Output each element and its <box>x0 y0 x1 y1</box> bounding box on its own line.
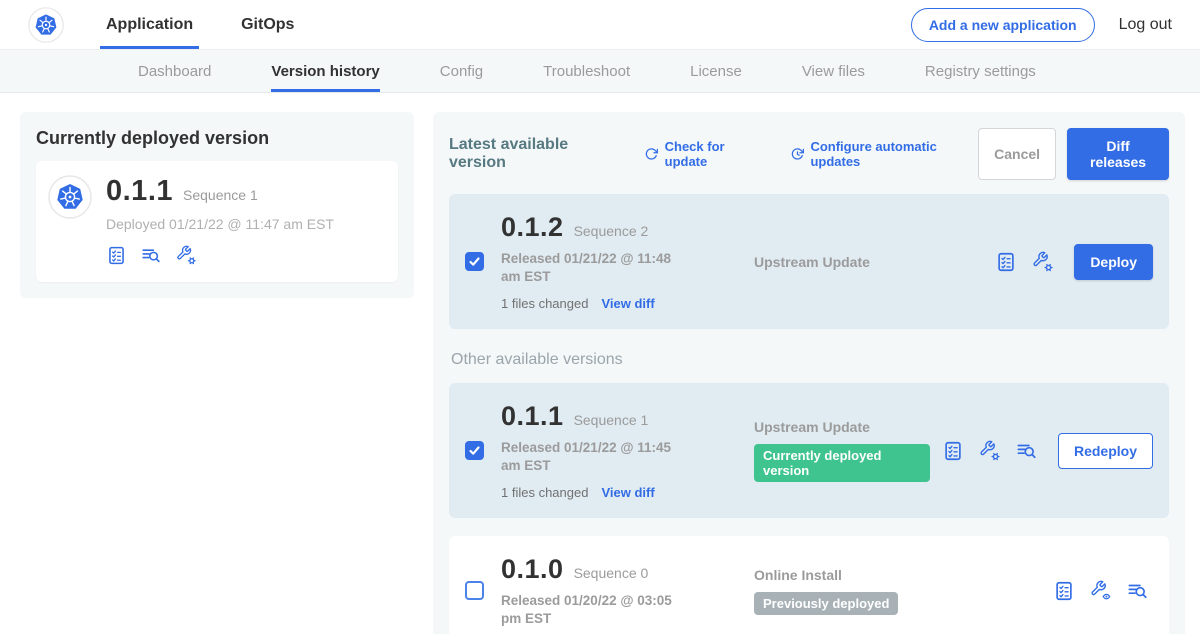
sequence-label: Sequence 0 <box>574 565 649 581</box>
preflight-checklist-icon[interactable] <box>942 440 964 462</box>
version-number: 0.1.2 <box>501 212 564 243</box>
subnav-version-history[interactable]: Version history <box>271 50 379 92</box>
version-row-0-1-0: 0.1.0 Sequence 0 Released 01/20/22 @ 03:… <box>449 536 1169 634</box>
deployed-sequence-label: Sequence 1 <box>183 187 258 203</box>
view-logs-icon[interactable] <box>1015 439 1038 462</box>
released-timestamp: Released 01/21/22 @ 11:45 am EST <box>501 439 693 474</box>
preflight-checklist-icon[interactable] <box>106 245 127 266</box>
deployed-version-number: 0.1.1 <box>106 175 173 208</box>
add-new-application-button[interactable]: Add a new application <box>911 8 1095 42</box>
version-history-panel: Latest available version Check for updat… <box>433 112 1185 634</box>
version-source-label: Online Install <box>754 567 1041 583</box>
released-timestamp: Released 01/20/22 @ 03:05 pm EST <box>501 592 693 627</box>
version-source-label: Upstream Update <box>754 254 983 270</box>
version-row-0-1-1: 0.1.1 Sequence 1 Released 01/21/22 @ 11:… <box>449 383 1169 518</box>
other-versions-title: Other available versions <box>451 351 1169 369</box>
latest-available-header: Latest available version Check for updat… <box>449 128 1169 180</box>
kubernetes-logo <box>28 0 64 49</box>
app-tabs: Application GitOps <box>100 0 300 49</box>
currently-deployed-title: Currently deployed version <box>36 128 398 149</box>
subnav-registry-settings[interactable]: Registry settings <box>925 50 1036 92</box>
edit-config-icon[interactable] <box>1031 250 1054 273</box>
version-row-0-1-2: 0.1.2 Sequence 2 Released 01/21/22 @ 11:… <box>449 194 1169 329</box>
diff-releases-button[interactable]: Diff releases <box>1067 128 1169 180</box>
version-checkbox[interactable] <box>465 581 484 600</box>
sequence-label: Sequence 1 <box>574 412 649 428</box>
preflight-checklist-icon[interactable] <box>1053 580 1075 602</box>
checkmark-icon <box>467 254 482 269</box>
view-logs-icon[interactable] <box>140 244 162 266</box>
previously-deployed-badge: Previously deployed <box>754 592 898 615</box>
latest-available-title: Latest available version <box>449 136 618 172</box>
deployed-version-card: 0.1.1 Sequence 1 Deployed 01/21/22 @ 11:… <box>36 161 398 282</box>
subnav-dashboard[interactable]: Dashboard <box>138 50 211 92</box>
subnav-view-files[interactable]: View files <box>802 50 865 92</box>
version-number: 0.1.0 <box>501 554 564 585</box>
subnav-troubleshoot[interactable]: Troubleshoot <box>543 50 630 92</box>
deployed-timestamp: Deployed 01/21/22 @ 11:47 am EST <box>106 216 334 232</box>
check-for-update-label: Check for update <box>665 139 764 169</box>
version-number: 0.1.1 <box>501 401 564 432</box>
application-icon <box>48 175 92 266</box>
tab-application-label: Application <box>106 16 193 34</box>
top-navigation-bar: Application GitOps Add a new application… <box>0 0 1200 50</box>
currently-deployed-panel: Currently deployed version 0.1.1 Sequenc… <box>20 112 414 298</box>
edit-config-icon[interactable] <box>978 439 1001 462</box>
tab-gitops[interactable]: GitOps <box>235 0 300 49</box>
released-timestamp: Released 01/21/22 @ 11:48 am EST <box>501 250 693 285</box>
subnav-config[interactable]: Config <box>440 50 483 92</box>
currently-deployed-badge: Currently deployed version <box>754 444 930 482</box>
version-checkbox[interactable] <box>465 441 484 460</box>
view-logs-icon[interactable] <box>1126 579 1149 602</box>
tab-gitops-label: GitOps <box>241 16 294 34</box>
files-changed-label: 1 files changed <box>501 296 588 311</box>
app-section-subnav: Dashboard Version history Config Trouble… <box>0 50 1200 93</box>
cancel-button[interactable]: Cancel <box>978 128 1056 180</box>
configure-updates-label: Configure automatic updates <box>810 139 978 169</box>
view-diff-link[interactable]: View diff <box>601 296 654 311</box>
subnav-license[interactable]: License <box>690 50 742 92</box>
edit-config-icon[interactable] <box>175 244 197 266</box>
refresh-icon <box>644 146 659 162</box>
redeploy-button[interactable]: Redeploy <box>1058 433 1153 469</box>
view-config-icon[interactable] <box>1089 579 1112 602</box>
sequence-label: Sequence 2 <box>574 223 649 239</box>
configure-automatic-updates-link[interactable]: Configure automatic updates <box>790 139 979 169</box>
files-changed-label: 1 files changed <box>501 485 588 500</box>
version-checkbox[interactable] <box>465 252 484 271</box>
view-diff-link[interactable]: View diff <box>601 485 654 500</box>
checkmark-icon <box>467 443 482 458</box>
version-source-label: Upstream Update <box>754 419 930 435</box>
deploy-button[interactable]: Deploy <box>1074 244 1153 280</box>
logout-button[interactable]: Log out <box>1119 16 1172 34</box>
check-for-update-link[interactable]: Check for update <box>644 139 764 169</box>
auto-update-clock-icon <box>790 146 805 162</box>
tab-application[interactable]: Application <box>100 0 199 49</box>
preflight-checklist-icon[interactable] <box>995 251 1017 273</box>
